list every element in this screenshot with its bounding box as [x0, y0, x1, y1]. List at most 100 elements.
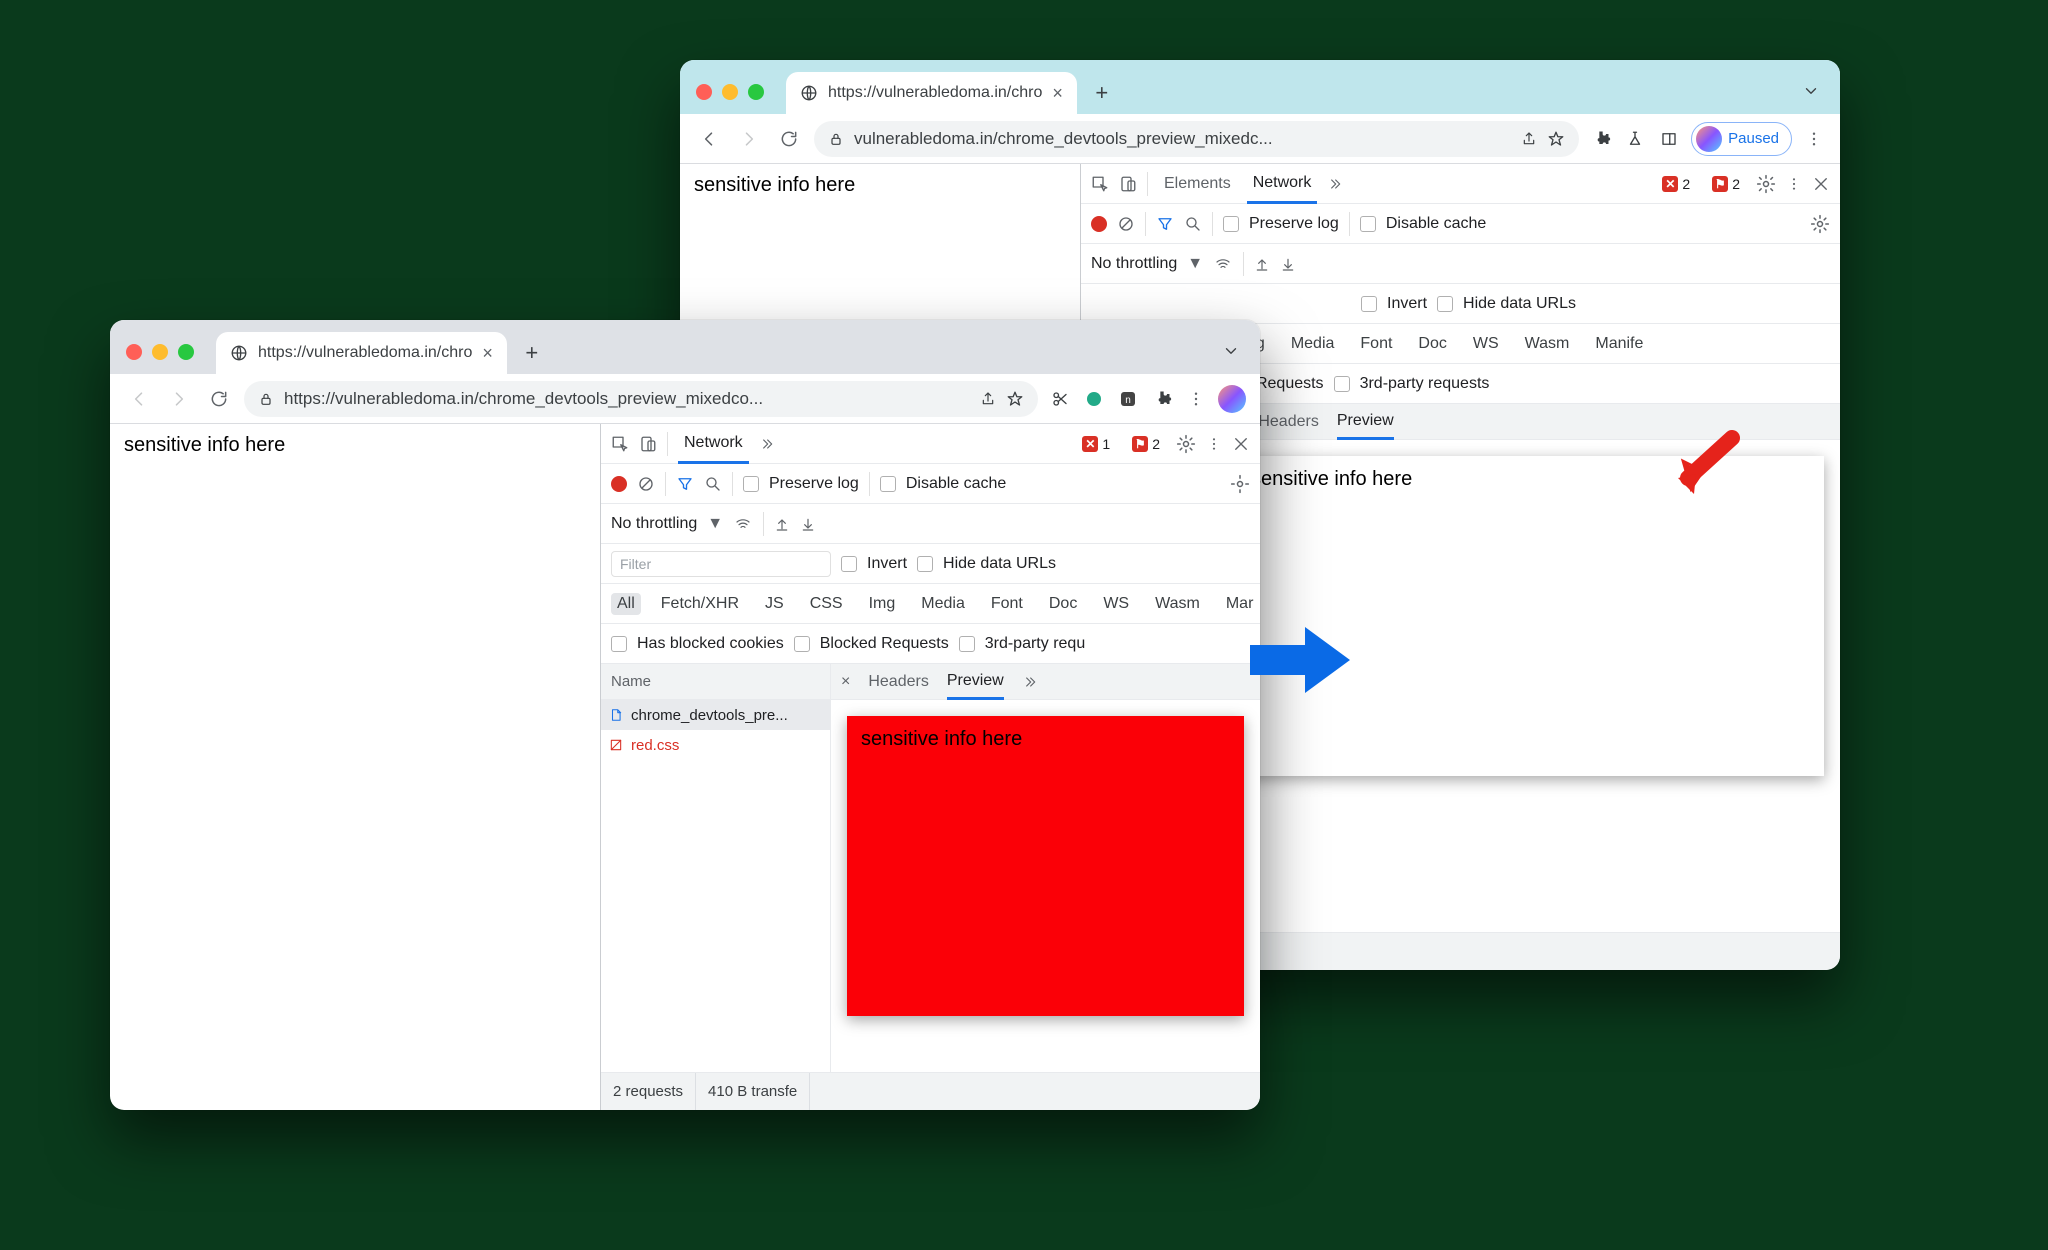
extensions-icon[interactable] — [1150, 387, 1174, 411]
type-pill[interactable]: Media — [1285, 333, 1341, 355]
flask-icon[interactable] — [1623, 127, 1647, 151]
close-window-icon[interactable] — [696, 84, 712, 100]
gear-icon[interactable] — [1756, 174, 1776, 194]
type-pill[interactable]: Doc — [1412, 333, 1452, 355]
preserve-log-checkbox[interactable] — [743, 476, 759, 492]
upload-icon[interactable] — [774, 516, 790, 532]
subtab-preview[interactable]: Preview — [1337, 405, 1394, 440]
share-icon[interactable] — [980, 391, 996, 407]
browser-tab[interactable]: https://vulnerabledoma.in/chro × — [786, 72, 1077, 114]
tab-elements[interactable]: Elements — [1158, 164, 1237, 203]
device-icon[interactable] — [1119, 175, 1137, 193]
share-icon[interactable] — [1521, 131, 1537, 147]
request-row[interactable]: red.css — [601, 730, 830, 760]
blocked-req-checkbox[interactable] — [794, 636, 810, 652]
filter-icon[interactable] — [1156, 215, 1174, 233]
device-icon[interactable] — [639, 435, 657, 453]
gear-icon[interactable] — [1810, 214, 1830, 234]
type-pill[interactable]: Doc — [1043, 593, 1083, 615]
kebab-icon[interactable] — [1206, 436, 1222, 452]
panel-icon[interactable] — [1657, 127, 1681, 151]
type-pill[interactable]: Wasm — [1149, 593, 1206, 615]
clear-icon[interactable] — [1117, 215, 1135, 233]
ext-icon-2[interactable]: n — [1116, 387, 1140, 411]
type-pill[interactable]: Fetch/XHR — [655, 593, 745, 615]
type-pill[interactable]: CSS — [804, 593, 849, 615]
invert-checkbox[interactable] — [1361, 296, 1377, 312]
minimize-window-icon[interactable] — [152, 344, 168, 360]
maximize-window-icon[interactable] — [178, 344, 194, 360]
download-icon[interactable] — [800, 516, 816, 532]
star-icon[interactable] — [1006, 390, 1024, 408]
avatar-icon[interactable] — [1218, 385, 1246, 413]
disable-cache-checkbox[interactable] — [880, 476, 896, 492]
search-icon[interactable] — [1184, 215, 1202, 233]
throttling-select[interactable]: No throttling — [1091, 255, 1177, 273]
record-icon[interactable] — [1091, 216, 1107, 232]
gear-icon[interactable] — [1230, 474, 1250, 494]
tab-network[interactable]: Network — [1247, 165, 1318, 204]
window-controls[interactable] — [696, 84, 764, 100]
minimize-window-icon[interactable] — [722, 84, 738, 100]
hide-data-checkbox[interactable] — [917, 556, 933, 572]
disable-cache-checkbox[interactable] — [1360, 216, 1376, 232]
tab-close-icon[interactable]: × — [1052, 83, 1063, 104]
kebab-icon[interactable] — [1786, 176, 1802, 192]
thirdparty-checkbox[interactable] — [959, 636, 975, 652]
type-pill[interactable]: WS — [1097, 593, 1135, 615]
issue-badge[interactable]: ⚑2 — [1706, 175, 1746, 193]
type-pill[interactable]: Mar — [1220, 593, 1260, 615]
type-pill[interactable]: Wasm — [1519, 333, 1576, 355]
dropdown-icon[interactable]: ▼ — [1187, 255, 1203, 273]
profile-chip[interactable]: Paused — [1691, 122, 1792, 156]
close-devtools-icon[interactable] — [1232, 435, 1250, 453]
star-icon[interactable] — [1547, 130, 1565, 148]
reload-button[interactable] — [204, 384, 234, 414]
preserve-log-checkbox[interactable] — [1223, 216, 1239, 232]
new-tab-button[interactable]: + — [515, 336, 549, 370]
inspect-icon[interactable] — [1091, 175, 1109, 193]
kebab-icon[interactable] — [1802, 127, 1826, 151]
forward-button[interactable] — [164, 384, 194, 414]
wifi-icon[interactable] — [1213, 256, 1233, 272]
issue-badge[interactable]: ⚑2 — [1126, 435, 1166, 453]
close-devtools-icon[interactable] — [1812, 175, 1830, 193]
maximize-window-icon[interactable] — [748, 84, 764, 100]
close-detail-icon[interactable]: × — [841, 664, 850, 699]
wifi-icon[interactable] — [733, 516, 753, 532]
dropdown-icon[interactable]: ▼ — [707, 515, 723, 533]
search-icon[interactable] — [704, 475, 722, 493]
record-icon[interactable] — [611, 476, 627, 492]
window-controls[interactable] — [126, 344, 194, 360]
type-pill[interactable]: Font — [985, 593, 1029, 615]
tab-overflow-icon[interactable] — [1222, 342, 1240, 360]
tab-network[interactable]: Network — [678, 425, 749, 464]
address-bar[interactable]: https://vulnerabledoma.in/chrome_devtool… — [244, 381, 1038, 417]
throttling-select[interactable]: No throttling — [611, 515, 697, 533]
clear-icon[interactable] — [637, 475, 655, 493]
hide-data-checkbox[interactable] — [1437, 296, 1453, 312]
forward-button[interactable] — [734, 124, 764, 154]
error-badge[interactable]: ✕1 — [1076, 435, 1116, 453]
inspect-icon[interactable] — [611, 435, 629, 453]
back-button[interactable] — [124, 384, 154, 414]
upload-icon[interactable] — [1254, 256, 1270, 272]
more-tabs-icon[interactable] — [1327, 176, 1343, 192]
back-button[interactable] — [694, 124, 724, 154]
tab-close-icon[interactable]: × — [482, 343, 493, 364]
reload-button[interactable] — [774, 124, 804, 154]
new-tab-button[interactable]: + — [1085, 76, 1119, 110]
subtab-headers[interactable]: Headers — [1258, 404, 1318, 439]
gear-icon[interactable] — [1176, 434, 1196, 454]
filter-input[interactable]: Filter — [611, 551, 831, 577]
browser-tab[interactable]: https://vulnerabledoma.in/chro × — [216, 332, 507, 374]
request-row[interactable]: chrome_devtools_pre... — [601, 700, 830, 730]
type-pill-all[interactable]: All — [611, 593, 641, 615]
download-icon[interactable] — [1280, 256, 1296, 272]
tab-overflow-icon[interactable] — [1802, 82, 1820, 100]
more-subtabs-icon[interactable] — [1022, 674, 1038, 690]
close-window-icon[interactable] — [126, 344, 142, 360]
more-tabs-icon[interactable] — [759, 436, 775, 452]
scissors-icon[interactable] — [1048, 387, 1072, 411]
address-bar[interactable]: vulnerabledoma.in/chrome_devtools_previe… — [814, 121, 1579, 157]
